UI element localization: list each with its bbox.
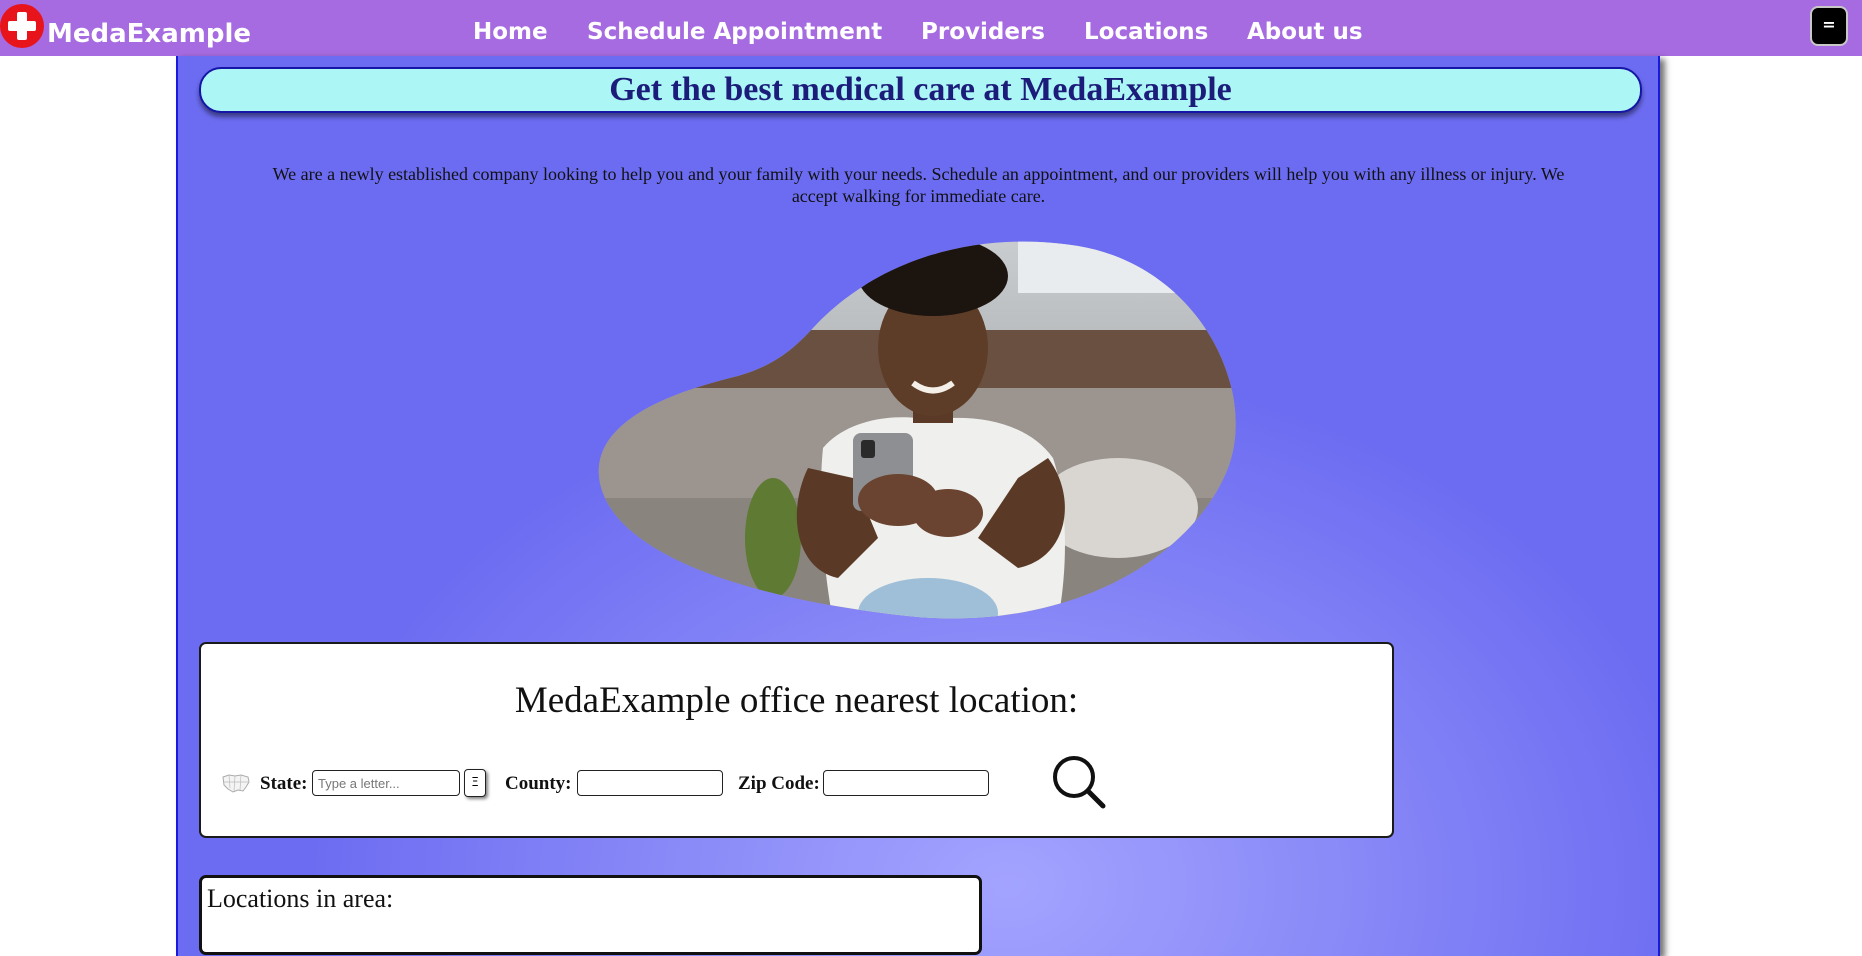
usa-map-icon <box>222 774 250 793</box>
zip-code-input[interactable] <box>823 770 989 796</box>
county-input[interactable] <box>577 770 723 796</box>
nav-home-link[interactable]: Home <box>473 13 548 51</box>
locations-in-area-title: Locations in area: <box>207 884 394 913</box>
brand-name[interactable]: MedaExample <box>47 14 251 54</box>
county-label: County: <box>505 773 572 794</box>
nav-schedule-appointment-link[interactable]: Schedule Appointment <box>587 13 882 51</box>
nearest-location-card: MedaExample office nearest location: Sta… <box>199 642 1394 838</box>
top-navbar: MedaExample Home Schedule Appointment Pr… <box>0 0 1862 56</box>
nearest-location-title: MedaExample office nearest location: <box>514 680 1079 721</box>
medical-cross-icon[interactable] <box>0 4 44 48</box>
nav-locations-link[interactable]: Locations <box>1084 13 1208 51</box>
hamburger-menu-button[interactable]: = <box>1810 6 1848 46</box>
zip-code-label: Zip Code: <box>738 773 820 794</box>
page-headline: Get the best medical care at MedaExample <box>199 67 1642 113</box>
hero-photo <box>598 241 1236 619</box>
state-input[interactable] <box>312 770 460 796</box>
locations-in-area-card: Locations in area: <box>199 875 982 955</box>
nav-about-us-link[interactable]: About us <box>1247 13 1363 51</box>
magnifier-icon[interactable] <box>1051 754 1107 810</box>
nav-providers-link[interactable]: Providers <box>921 13 1045 51</box>
state-label: State: <box>260 773 308 794</box>
state-list-button[interactable]: Ξ <box>464 769 486 797</box>
intro-paragraph: We are a newly established company looki… <box>272 164 1565 206</box>
